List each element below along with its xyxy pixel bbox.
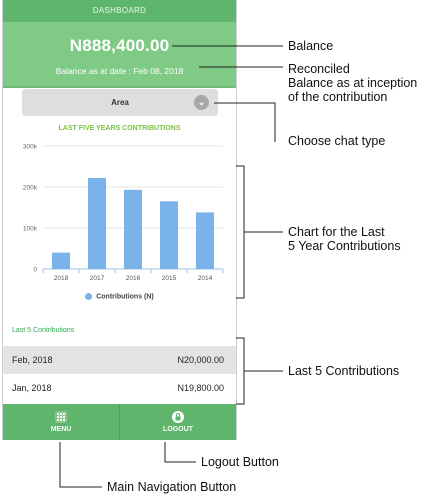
- y-tick-label: 0: [33, 267, 37, 274]
- bar-2018: [52, 252, 70, 269]
- menu-button[interactable]: MENU: [3, 404, 119, 440]
- x-tick-label: 2016: [126, 275, 141, 282]
- header-title: DASHBOARD: [92, 6, 147, 15]
- annotation-main-nav: Main Navigation Button: [107, 480, 237, 494]
- phone-screen: DASHBOARD N888,400.00 Balance as at date…: [2, 0, 237, 440]
- header-bar: DASHBOARD: [3, 0, 236, 22]
- annotation-logout: Logout Button: [201, 455, 279, 469]
- x-tick-label: 2015: [162, 275, 177, 282]
- contribution-date: Feb, 2018: [12, 355, 53, 365]
- annotation-last5: Last 5 Contributions: [288, 364, 400, 378]
- annotation-reconciled: Reconciled Balance as at inception of th…: [288, 62, 418, 104]
- y-tick-label: 200k: [23, 185, 38, 192]
- bar-2015: [160, 201, 178, 269]
- annotated-screenshot: DASHBOARD N888,400.00 Balance as at date…: [0, 0, 426, 496]
- contribution-row: Jan, 2018 N19,800.00: [3, 374, 236, 402]
- annotation-choose-chart: Choose chat type: [288, 134, 386, 148]
- grid-icon: [55, 411, 67, 423]
- lock-icon: [172, 411, 184, 423]
- chart-legend: Contributions (N): [3, 293, 236, 300]
- contribution-date: Jan, 2018: [12, 383, 52, 393]
- chart-title: LAST FIVE YEARS CONTRIBUTIONS: [58, 125, 181, 132]
- menu-label: MENU: [50, 426, 72, 433]
- contributions-chart: 0 100k 200k 300k 2018 2017 2016 2015 2014: [23, 144, 224, 282]
- y-tick-label: 100k: [23, 226, 38, 233]
- bottom-nav: MENU LOGOUT: [3, 404, 236, 440]
- contribution-amount: N19,800.00: [177, 383, 224, 393]
- logout-label: LOGOUT: [163, 426, 193, 433]
- x-tick-label: 2014: [198, 275, 213, 282]
- last-contributions-title: Last 5 Contributions: [12, 327, 75, 334]
- contribution-amount: N20,000.00: [177, 355, 224, 365]
- balance-amount: N888,400.00: [69, 36, 170, 55]
- y-tick-label: 300k: [23, 144, 38, 151]
- bar-2016: [124, 189, 142, 269]
- legend-label: Contributions (N): [96, 293, 154, 301]
- bar-2014: [196, 212, 214, 269]
- bar-2017: [88, 177, 106, 269]
- annotation-chart: Chart for the Last 5 Year Contributions: [288, 225, 401, 253]
- annotation-balance: Balance: [288, 39, 334, 53]
- contribution-row: Feb, 2018 N20,000.00: [3, 346, 236, 374]
- logout-button[interactable]: LOGOUT: [119, 404, 236, 440]
- chevron-down-icon: ⌄: [194, 95, 209, 110]
- chart-type-value: Area: [111, 98, 129, 107]
- chart-type-select[interactable]: Area ⌄: [22, 89, 218, 116]
- x-tick-label: 2018: [54, 275, 69, 282]
- x-tick-label: 2017: [90, 275, 105, 282]
- legend-swatch: [85, 293, 93, 300]
- balance-date: Balance as at date : Feb 08, 2018: [55, 66, 184, 76]
- balance-panel: N888,400.00 Balance as at date : Feb 08,…: [3, 22, 236, 88]
